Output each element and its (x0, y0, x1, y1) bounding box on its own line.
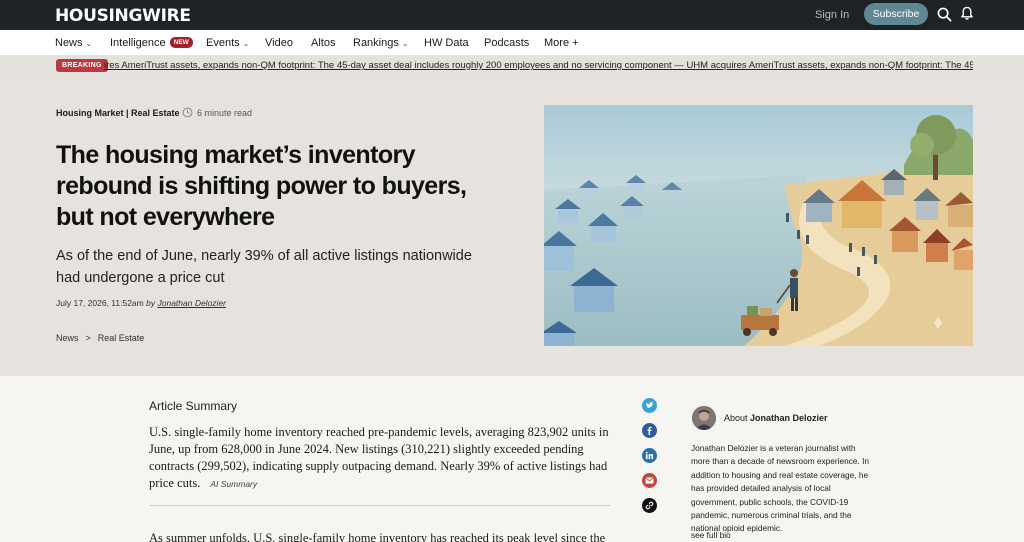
article-body: Article Summary U.S. single-family home … (0, 376, 1024, 542)
author-link[interactable]: Jonathan Delozier (157, 298, 226, 308)
facebook-icon[interactable] (642, 423, 657, 438)
nav-item-events[interactable]: Events ⌄ (206, 37, 249, 49)
ai-summary-label: AI Summary (210, 479, 258, 489)
nav-item-rankings[interactable]: Rankings ⌄ (353, 37, 409, 49)
nav-item-label: Podcasts (484, 37, 530, 49)
nav-item-podcasts[interactable]: Podcasts (484, 37, 529, 49)
clock-icon (182, 107, 193, 118)
article-hero: Housing Market | Real Estate 6 minute re… (0, 76, 1024, 376)
main-nav: News ⌄ Intelligence NEW Events ⌄ Video Alto… (0, 30, 1024, 56)
author-bio: Jonathan Delozier is a veteran journalis… (691, 443, 870, 534)
nav-item-hw-data[interactable]: HW Data (424, 37, 469, 49)
summary-title: Article Summary (149, 399, 238, 413)
byline-by: by (146, 298, 156, 308)
article-dek: As of the end of June, nearly 39% of all… (56, 248, 472, 286)
search-icon[interactable] (937, 7, 952, 22)
nav-item-label: Video (265, 37, 293, 49)
link-icon[interactable] (642, 498, 657, 513)
top-bar: HOUSINGWIRE Sign In Subscribe (0, 0, 1024, 30)
hero-illustration (544, 105, 973, 346)
nav-item-label: Intelligence (110, 37, 166, 49)
nav-item-more[interactable]: More + (544, 37, 579, 49)
byline: July 17, 2026, 11:52am by Jonathan Deloz… (56, 298, 226, 308)
breadcrumb: News > Real Estate (56, 333, 144, 343)
email-icon[interactable] (642, 473, 657, 488)
linkedin-icon[interactable] (642, 448, 657, 463)
nav-item-label: Events (206, 37, 240, 49)
nav-item-label: Rankings (353, 37, 399, 49)
article-paragraph: As summer unfolds, U.S. single-family ho… (149, 531, 606, 542)
breadcrumb-separator: > (85, 333, 91, 343)
author-avatar[interactable] (692, 406, 716, 430)
about-label: About (724, 413, 748, 423)
summary-divider (149, 505, 611, 506)
new-badge: NEW (169, 37, 193, 48)
nav-item-video[interactable]: Video (265, 37, 293, 49)
subscribe-button[interactable]: Subscribe (864, 3, 928, 25)
nav-item-label: HW Data (424, 37, 469, 49)
chevron-down-icon: ⌄ (85, 39, 93, 48)
page-title: The housing market’s inventory rebound i… (56, 141, 467, 231)
nav-item-label: News (55, 37, 83, 49)
site-logo[interactable]: HOUSINGWIRE (55, 6, 191, 26)
nav-item-label: More + (544, 37, 579, 49)
breadcrumb-news[interactable]: News (56, 333, 79, 343)
summary-text: U.S. single-family home inventory reache… (149, 424, 611, 493)
breaking-news-bar: BREAKING ires AmeriTrust assets, expands… (0, 56, 1024, 76)
publish-date: July 17, 2026, 11:52am (56, 298, 144, 308)
chevron-down-icon: ⌄ (401, 39, 409, 48)
breaking-badge: BREAKING (56, 59, 108, 72)
nav-item-label: Altos (311, 37, 336, 49)
breaking-ticker-link[interactable]: ires AmeriTrust assets, expands non-QM f… (104, 60, 973, 71)
read-time: 6 minute read (197, 108, 253, 118)
author-name: Jonathan Delozier (750, 413, 828, 423)
sign-in-link[interactable]: Sign In (815, 9, 849, 21)
twitter-icon[interactable] (642, 398, 657, 413)
author-about-heading: About Jonathan Delozier (724, 413, 828, 423)
chevron-down-icon: ⌄ (242, 39, 250, 48)
nav-item-altos[interactable]: Altos (311, 37, 335, 49)
nav-item-news[interactable]: News ⌄ (55, 37, 92, 49)
bell-icon[interactable] (960, 6, 974, 21)
nav-item-intelligence[interactable]: Intelligence NEW (110, 37, 193, 49)
breadcrumb-real-estate[interactable]: Real Estate (98, 333, 145, 343)
article-categories[interactable]: Housing Market | Real Estate (56, 108, 180, 118)
see-full-bio-link[interactable]: see full bio (691, 530, 731, 540)
